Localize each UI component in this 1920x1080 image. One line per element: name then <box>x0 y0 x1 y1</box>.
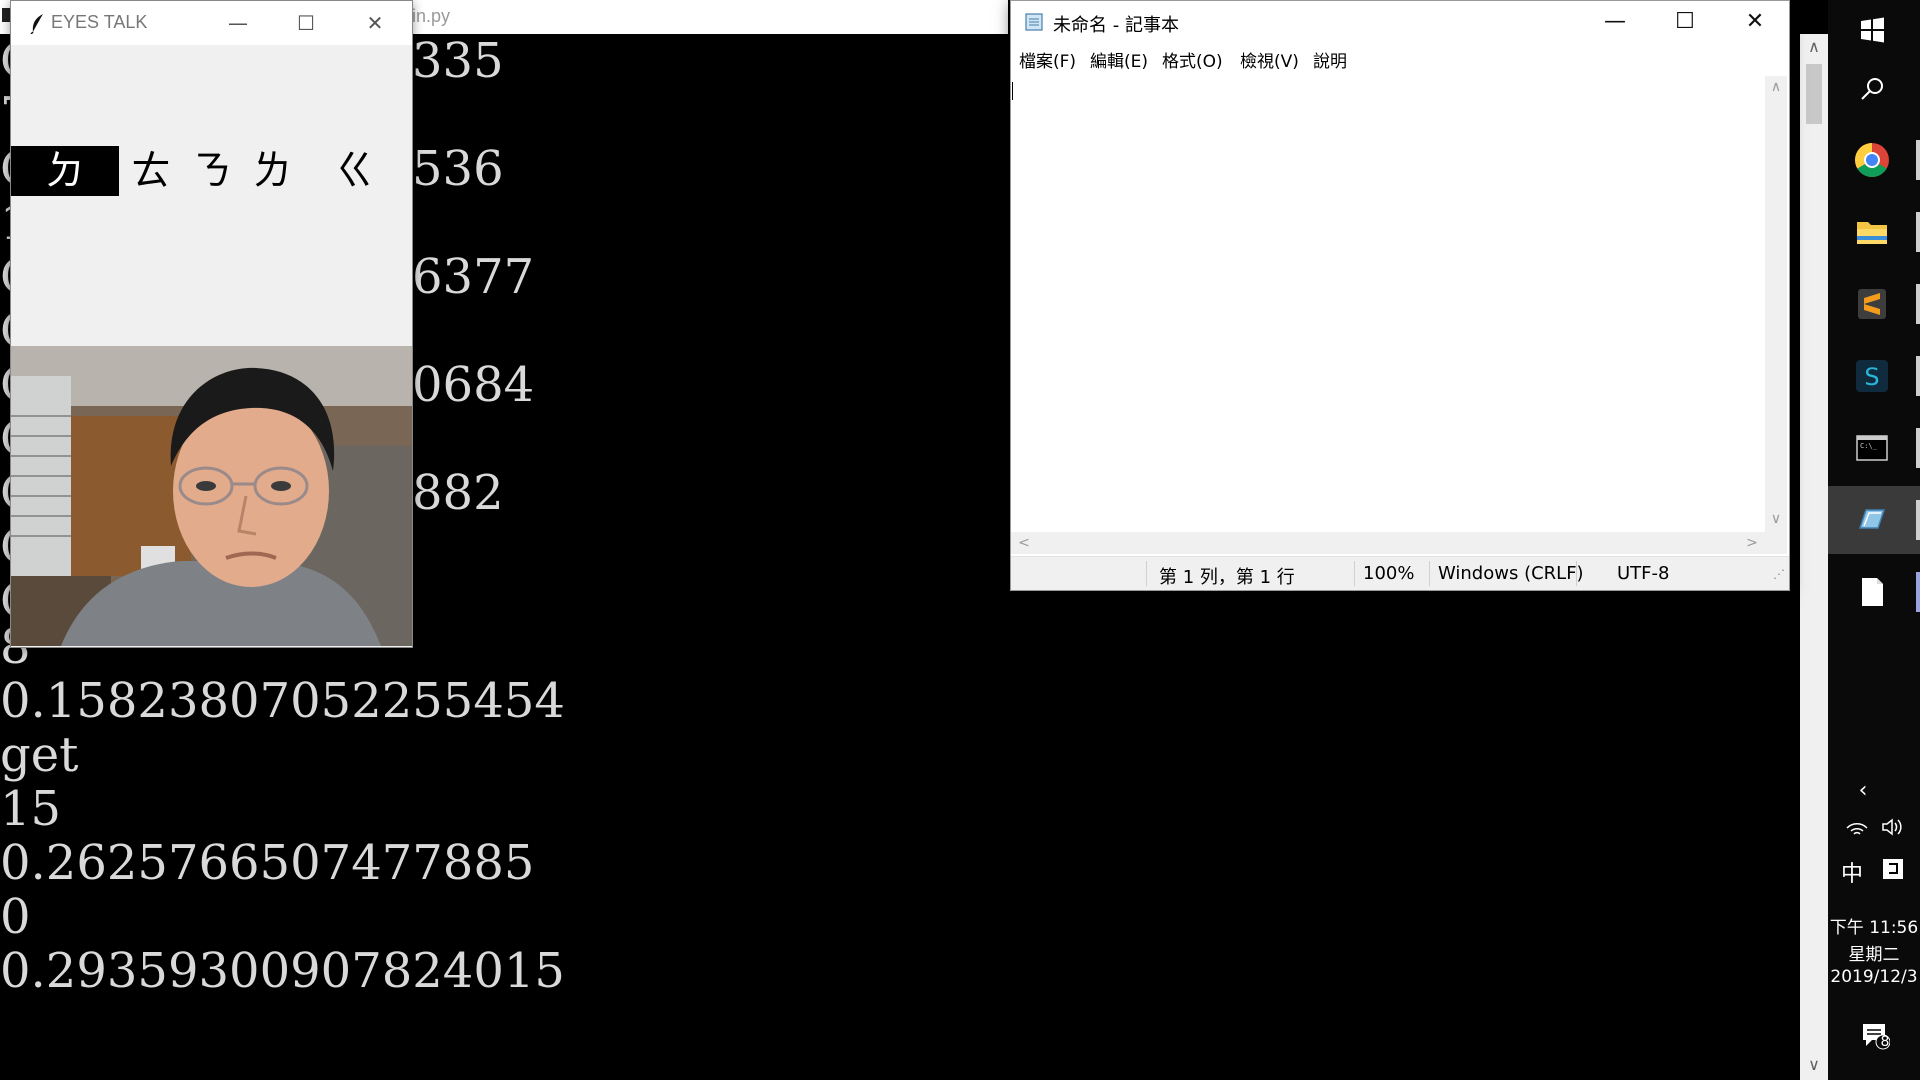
scroll-right-arrow-icon[interactable]: > <box>1741 532 1763 554</box>
ime-mode-indicator[interactable]: 中 <box>1834 856 1870 888</box>
app-s-icon[interactable]: S <box>1852 356 1892 396</box>
notepad-titlebar[interactable]: 未命名 - 記事本 — ☐ ✕ <box>1011 1 1789 43</box>
clock-time[interactable]: 下午 11:56 <box>1828 913 1920 938</box>
svg-text:S: S <box>1864 363 1879 391</box>
zhuyin-letter-g[interactable]: ㄍ <box>330 146 380 196</box>
console-title: in.py <box>412 6 451 26</box>
wifi-icon[interactable] <box>1844 816 1870 838</box>
windows-start-icon[interactable] <box>1852 10 1892 50</box>
svg-text:C:\_: C:\_ <box>1860 442 1878 450</box>
eyes-talk-titlebar[interactable]: EYES TALK — ☐ ✕ <box>11 1 412 45</box>
feather-icon <box>30 14 43 34</box>
notepad-title: 未命名 - 記事本 <box>1053 15 1179 36</box>
running-indicator <box>1916 428 1920 468</box>
scroll-up-arrow-icon[interactable]: ∧ <box>1765 76 1787 98</box>
running-indicator <box>1916 284 1920 324</box>
ime-layout-icon[interactable] <box>1880 856 1906 882</box>
menu-file[interactable]: 檔案(F) <box>1019 47 1076 72</box>
running-indicator <box>1916 500 1920 540</box>
notepad-menubar: 檔案(F) 編輯(E) 格式(O) 檢視(V) 說明 <box>1011 45 1789 73</box>
console-line: 0 <box>0 889 31 945</box>
scroll-left-arrow-icon[interactable]: < <box>1013 532 1035 554</box>
scrollbar-corner <box>1765 532 1787 554</box>
status-cursor-position: 第 1 列，第 1 行 <box>1159 567 1295 588</box>
minimize-icon[interactable]: — <box>1581 1 1649 43</box>
console-line-fragment: 335 <box>412 34 504 89</box>
terminal-icon[interactable]: C:\_ <box>1852 428 1892 468</box>
sublime-text-icon[interactable] <box>1852 284 1892 324</box>
maximize-icon[interactable]: ☐ <box>1651 1 1719 43</box>
console-line: 0.29359300907824015 <box>0 943 565 999</box>
menu-view[interactable]: 檢視(V) <box>1240 47 1299 72</box>
console-line: 15 <box>0 781 62 837</box>
console-scroll-thumb[interactable] <box>1806 64 1822 124</box>
menu-edit[interactable]: 編輯(E) <box>1090 47 1148 72</box>
zhuyin-letter-d[interactable]: ㄉ <box>11 146 119 196</box>
notepad-horizontal-scrollbar[interactable]: < > <box>1011 532 1765 554</box>
status-divider <box>1354 561 1355 586</box>
zhuyin-letter-l[interactable]: ㄌ <box>247 146 297 196</box>
maximize-icon[interactable]: ☐ <box>272 1 340 45</box>
running-indicator <box>1916 212 1920 252</box>
console-line: 0.2625766507477885 <box>0 835 535 891</box>
minimize-icon[interactable]: — <box>204 1 272 45</box>
console-scrollbar[interactable]: ∧ ∨ <box>1800 34 1828 1080</box>
chrome-icon[interactable] <box>1852 140 1892 180</box>
status-encoding: UTF-8 <box>1617 563 1670 584</box>
webcam-feed <box>11 346 412 646</box>
notepad-vertical-scrollbar[interactable]: ∧ ∨ <box>1765 76 1787 532</box>
chevron-left-icon[interactable]: ‹ <box>1848 778 1878 803</box>
notepad-text-area[interactable] <box>1011 76 1765 532</box>
running-indicator <box>1916 140 1920 180</box>
resize-grip-icon[interactable]: ⋰ <box>1773 567 1785 581</box>
file-explorer-icon[interactable] <box>1852 212 1892 252</box>
notepad-window[interactable]: 未命名 - 記事本 — ☐ ✕ 檔案(F) 編輯(E) 格式(O) 檢視(V) … <box>1010 0 1790 591</box>
clock-date[interactable]: 2019/12/3 <box>1828 967 1920 987</box>
search-icon[interactable] <box>1852 70 1892 110</box>
console-line-fragment: 0684 <box>412 357 535 413</box>
notification-count-badge: 8 <box>1880 1034 1890 1050</box>
zhuyin-letter-row: ㄉ ㄊ ㄋ ㄌ ㄍ <box>11 146 412 196</box>
status-divider <box>1146 561 1147 586</box>
close-icon[interactable]: ✕ <box>341 1 409 45</box>
menu-help[interactable]: 說明 <box>1313 47 1347 72</box>
console-line-fragment: 882 <box>412 465 504 521</box>
notepad-status-bar: 第 1 列，第 1 行 100% Windows (CRLF) UTF-8 ⋰ <box>1011 556 1789 590</box>
console-line-fragment: 6377 <box>412 249 535 305</box>
python-idle-icon[interactable] <box>1852 500 1892 540</box>
menu-format[interactable]: 格式(O) <box>1162 47 1223 72</box>
zhuyin-letter-n[interactable]: ㄋ <box>187 146 237 196</box>
console-line: 0.15823807052255454 <box>0 673 565 729</box>
close-icon[interactable]: ✕ <box>1721 1 1789 43</box>
notepad-icon <box>1025 13 1043 31</box>
scroll-down-arrow-icon[interactable]: ∨ <box>1765 508 1787 530</box>
eyes-talk-title: EYES TALK <box>51 12 148 32</box>
running-indicator <box>1916 356 1920 396</box>
scroll-up-arrow-icon[interactable]: ∧ <box>1800 34 1828 60</box>
scroll-down-arrow-icon[interactable]: ∨ <box>1800 1052 1828 1078</box>
taskbar: S C:\_ ‹ 中 下午 11:56 星期二 2019/12/3 8 <box>1828 0 1920 1080</box>
text-caret <box>1012 82 1013 100</box>
volume-icon[interactable] <box>1880 816 1906 838</box>
status-line-ending: Windows (CRLF) <box>1438 563 1584 584</box>
console-line-fragment: 536 <box>412 141 504 197</box>
status-divider <box>1429 561 1430 586</box>
console-line: get <box>0 727 79 783</box>
status-divider <box>1576 561 1577 586</box>
zhuyin-letter-t[interactable]: ㄊ <box>126 146 176 196</box>
eyes-talk-window[interactable]: EYES TALK — ☐ ✕ ㄉ ㄊ ㄋ ㄌ ㄍ <box>10 0 413 648</box>
status-zoom: 100% <box>1363 563 1415 584</box>
running-indicator <box>1916 572 1920 612</box>
notepad-icon[interactable] <box>1852 572 1892 612</box>
clock-weekday[interactable]: 星期二 <box>1828 940 1920 965</box>
